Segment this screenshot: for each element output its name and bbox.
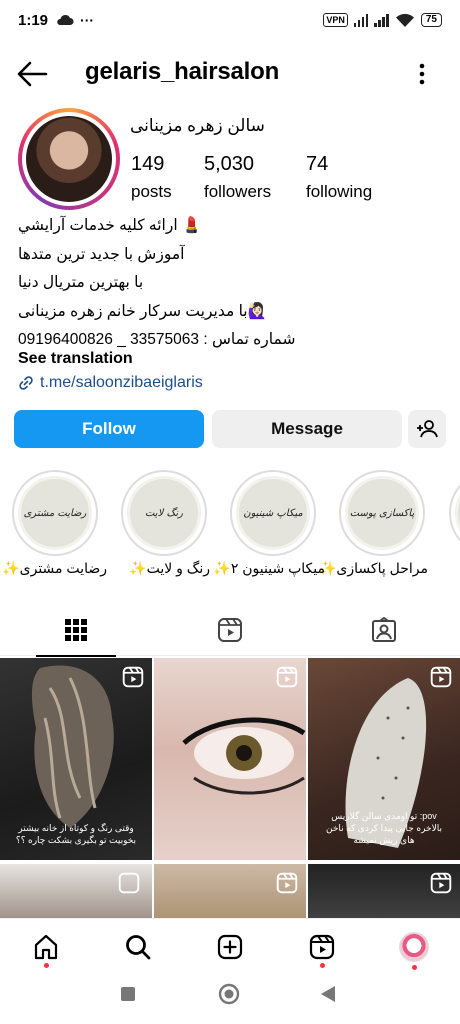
bio-line: 💄 ارائه کلیه خدمات آرايشي xyxy=(18,217,202,234)
status-more: ··· xyxy=(80,12,95,28)
more-options-icon[interactable] xyxy=(414,60,430,88)
stat-following-value: 74 xyxy=(306,153,329,175)
nav-search[interactable] xyxy=(120,929,156,965)
post-thumbnail[interactable]: وقتی رنگ و کوتاه از خانه بیشتر بخوبیت تو… xyxy=(0,658,152,860)
reel-badge-icon xyxy=(430,666,452,688)
profile-username: gelaris_hairsalon xyxy=(85,58,280,85)
back-button-icon[interactable] xyxy=(320,985,336,1003)
post-thumbnail[interactable]: pov: تو اومدی سالن گلاریس بالاخره جایی پ… xyxy=(308,658,460,860)
bio-line: با بهترین متریال دنیا xyxy=(18,274,144,291)
bio-line: 🙋🏻‍♀️با مدیریت سرکار خانم زهره مزینانی xyxy=(18,302,267,320)
signal-icon xyxy=(353,13,369,27)
highlight-item-partial[interactable] xyxy=(446,470,460,556)
nav-home[interactable] xyxy=(28,929,64,968)
stat-posts-label: posts xyxy=(131,182,172,201)
highlight-item[interactable]: پاکسازی پوست مراحل پاکسازی✨ xyxy=(319,470,428,576)
link-icon xyxy=(19,376,33,390)
recents-icon[interactable] xyxy=(120,986,136,1002)
see-translation-link[interactable]: See translation xyxy=(18,350,133,368)
stat-posts[interactable]: 149 posts xyxy=(131,153,172,202)
highlight-label: رنگ و لایت✨ xyxy=(129,560,210,576)
highlight-label: رضایت مشتری✨ xyxy=(2,560,107,576)
system-navigation-bar xyxy=(0,974,460,1024)
notification-dot xyxy=(44,963,49,968)
post-caption: pov: تو اومدی سالن گلاریس بالاخره جایی پ… xyxy=(326,811,442,845)
highlight-item[interactable]: رنگ لایت رنگ و لایت✨ xyxy=(118,470,210,576)
reel-badge-icon xyxy=(276,666,298,688)
stat-posts-value: 149 xyxy=(131,153,165,175)
tab-posts-grid[interactable] xyxy=(36,604,116,657)
wifi-icon xyxy=(395,13,414,27)
status-bar: 1:19 ··· VPN 75 xyxy=(0,0,460,40)
profile-full-name: سالن زهره مزینانی xyxy=(130,116,265,135)
highlight-cover: پاکسازی پوست xyxy=(345,476,419,550)
status-time: 1:19 xyxy=(18,11,49,29)
stat-followers-label: followers xyxy=(204,182,272,201)
notification-dot xyxy=(412,965,417,970)
highlight-cover: رضایت مشتری xyxy=(18,476,92,550)
suggested-users-button[interactable] xyxy=(408,410,446,448)
reel-badge-icon xyxy=(276,872,298,894)
home-icon xyxy=(34,934,58,960)
highlight-label: مراحل پاکسازی✨ xyxy=(319,560,428,576)
post-thumbnail[interactable] xyxy=(308,864,460,920)
search-icon xyxy=(126,935,151,960)
stat-following[interactable]: 74 following xyxy=(306,153,372,202)
reels-icon xyxy=(218,618,242,642)
reels-icon xyxy=(309,934,335,960)
nav-profile[interactable] xyxy=(396,929,432,970)
story-highlights: پاکسازی پوست مراحل پاکسازی✨ میکاپ شینیون… xyxy=(0,470,460,590)
home-button-icon[interactable] xyxy=(218,983,240,1005)
avatar xyxy=(26,116,112,202)
cloud-icon xyxy=(57,14,74,25)
add-user-icon xyxy=(417,420,438,438)
profile-bio: 💄 ارائه کلیه خدمات آرايشي آموزش با جدید … xyxy=(18,212,438,355)
reel-badge-icon xyxy=(122,666,144,688)
profile-header: gelaris_hairsalon xyxy=(0,48,460,100)
tab-reels[interactable] xyxy=(190,604,270,656)
nav-reels[interactable] xyxy=(304,929,340,968)
highlight-cover: رنگ لایت xyxy=(127,476,201,550)
post-thumbnail[interactable] xyxy=(154,658,306,860)
message-button[interactable]: Message xyxy=(212,410,402,448)
post-thumbnail[interactable] xyxy=(0,864,152,920)
highlight-item[interactable]: رضایت مشتری رضایت مشتری✨ xyxy=(2,470,107,576)
profile-avatar-small xyxy=(399,932,429,962)
bio-link-text: t.me/saloonzibaeiglaris xyxy=(40,374,203,391)
post-caption: وقتی رنگ و کوتاه از خانه بیشتر بخوبیت تو… xyxy=(15,823,137,845)
reel-badge-icon xyxy=(430,872,452,894)
bio-line: آموزش با جدید ترین متدها xyxy=(18,245,185,263)
tab-tagged[interactable] xyxy=(344,604,424,656)
highlight-label: میکاپ شینیون ۲✨ xyxy=(213,560,325,576)
profile-tabs xyxy=(0,604,460,657)
vpn-icon: VPN xyxy=(323,13,348,27)
stat-followers-value: 5,030 xyxy=(204,153,255,175)
post-thumbnail[interactable] xyxy=(154,864,306,920)
stat-following-label: following xyxy=(306,182,373,201)
highlight-item[interactable]: میکاپ شینیون میکاپ شینیون ۲✨ xyxy=(213,470,325,576)
posts-grid: وقتی رنگ و کوتاه از خانه بیشتر بخوبیت تو… xyxy=(0,658,460,920)
nav-create[interactable] xyxy=(212,929,248,965)
bottom-navigation xyxy=(0,918,460,974)
create-post-icon xyxy=(217,934,243,960)
battery-icon: 75 xyxy=(420,13,442,27)
highlight-cover: میکاپ شینیون xyxy=(236,476,310,550)
grid-icon xyxy=(65,619,87,641)
bio-link[interactable]: t.me/saloonzibaeiglaris xyxy=(18,374,203,392)
tagged-icon xyxy=(372,617,396,642)
follow-button[interactable]: Follow xyxy=(14,410,204,448)
back-arrow-icon[interactable] xyxy=(16,60,48,88)
stat-followers[interactable]: 5,030 followers xyxy=(204,153,271,202)
profile-avatar-story-ring[interactable] xyxy=(18,108,120,210)
notification-dot xyxy=(320,963,325,968)
signal-icon-2 xyxy=(374,13,389,27)
reel-badge-icon xyxy=(118,872,140,894)
